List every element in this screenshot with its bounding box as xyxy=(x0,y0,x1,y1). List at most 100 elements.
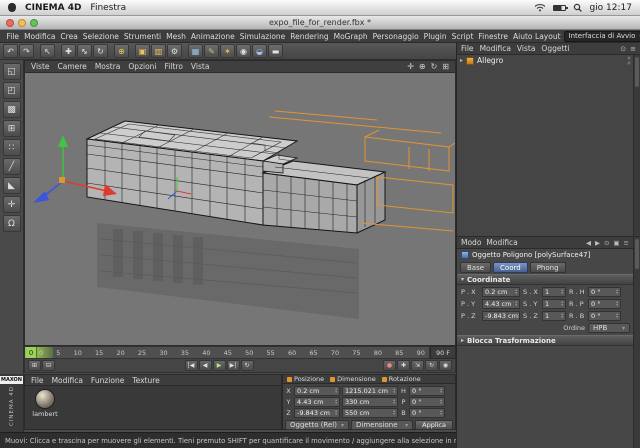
toggle-views-icon[interactable]: ⊞ xyxy=(442,62,449,71)
timeline-option-a-button[interactable]: ⊞ xyxy=(28,360,41,371)
polygons-mode-button[interactable]: ◣ xyxy=(3,177,21,194)
attr-px-field[interactable]: 0.2 cm xyxy=(482,287,520,297)
menu-mesh[interactable]: Mesh xyxy=(164,32,189,41)
macos-app-name[interactable]: CINEMA 4D xyxy=(25,3,81,13)
coordinate-system-button[interactable]: ⊕ xyxy=(114,44,129,58)
am-menu-modifica[interactable]: Modifica xyxy=(486,238,517,247)
menu-icon[interactable]: ≡ xyxy=(624,239,629,247)
menu-mograph[interactable]: MoGraph xyxy=(331,32,370,41)
vp-menu-mostra[interactable]: Mostra xyxy=(95,62,121,71)
size-x-field[interactable]: 1215.021 cm xyxy=(342,386,398,396)
goto-start-button[interactable]: |◀ xyxy=(185,360,198,371)
menu-finestre[interactable]: Finestre xyxy=(476,32,511,41)
position-y-field[interactable]: 4.43 cm xyxy=(294,397,340,407)
material-item[interactable]: lambert xyxy=(30,389,60,418)
add-spline-button[interactable]: ✎ xyxy=(204,44,219,58)
scale-tool-button[interactable]: ↔ xyxy=(77,44,92,58)
size-z-field[interactable]: 550 cm xyxy=(342,408,398,418)
add-sky-button[interactable]: ◒ xyxy=(252,44,267,58)
menu-crea[interactable]: Crea xyxy=(58,32,80,41)
timeline-option-b-button[interactable]: ⊟ xyxy=(42,360,55,371)
layout-dropdown[interactable]: Interfaccia di Avvio ▾ xyxy=(564,31,640,42)
mat-menu-file[interactable]: File xyxy=(31,376,44,385)
tab-phong[interactable]: Phong xyxy=(530,262,566,273)
add-light-button[interactable]: ✶ xyxy=(220,44,235,58)
texture-mode-button[interactable]: ▩ xyxy=(3,101,21,118)
menu-plugin[interactable]: Plugin xyxy=(421,32,449,41)
move-tool-button[interactable]: ✚ xyxy=(61,44,76,58)
attr-rh-field[interactable]: 0 ° xyxy=(588,287,621,297)
object-tree-item[interactable]: ▸ Allegro xyxy=(457,55,640,66)
pan-view-icon[interactable]: ✛ xyxy=(407,62,414,71)
menu-icon[interactable]: ≡ xyxy=(630,45,636,53)
next-key-button[interactable]: ▶| xyxy=(227,360,240,371)
menu-aiuto[interactable]: Aiuto xyxy=(511,32,536,41)
menu-animazione[interactable]: Animazione xyxy=(188,32,237,41)
object-mode-dropdown[interactable]: Oggetto (Rel)▾ xyxy=(285,420,349,430)
am-menu-modo[interactable]: Modo xyxy=(461,238,481,247)
lock-icon[interactable]: ▣ xyxy=(613,239,619,247)
timeline-ruler[interactable]: 0 0 5 10 15 20 25 30 35 40 45 50 55 60 6… xyxy=(24,346,456,359)
vp-menu-vista[interactable]: Vista xyxy=(191,62,210,71)
menu-modifica[interactable]: Modifica xyxy=(22,32,58,41)
record-position-button[interactable]: ✚ xyxy=(397,360,410,371)
loop-button[interactable]: ↻ xyxy=(241,360,254,371)
viewport-canvas[interactable] xyxy=(25,73,455,345)
history-forward-icon[interactable]: ▶ xyxy=(595,239,600,247)
play-button[interactable]: ▶ xyxy=(213,360,226,371)
mat-menu-modifica[interactable]: Modifica xyxy=(52,376,83,385)
apply-button[interactable]: Applica xyxy=(415,420,453,430)
render-region-button[interactable]: ▥ xyxy=(151,44,166,58)
viewport-perspective[interactable]: Viste Camere Mostra Opzioni Filtro Vista… xyxy=(24,60,456,346)
enable-axis-button[interactable]: ✛ xyxy=(3,196,21,213)
rotate-tool-button[interactable]: ↻ xyxy=(93,44,108,58)
add-camera-button[interactable]: ◉ xyxy=(236,44,251,58)
make-editable-button[interactable]: ◱ xyxy=(3,63,21,80)
redo-button[interactable]: ↷ xyxy=(19,44,34,58)
record-scale-button[interactable]: ⇲ xyxy=(411,360,424,371)
tab-coord[interactable]: Coord xyxy=(493,262,528,273)
search-icon[interactable]: ⊙ xyxy=(604,239,609,247)
window-titlebar[interactable]: expo_file_for_render.fbx * xyxy=(0,16,640,30)
rotation-h-field[interactable]: 0 ° xyxy=(409,386,445,396)
menu-file[interactable]: File xyxy=(4,32,22,41)
size-mode-dropdown[interactable]: Dimensione▾ xyxy=(351,420,413,430)
edges-mode-button[interactable]: ╱ xyxy=(3,158,21,175)
section-coordinate[interactable]: ▾ Coordinate xyxy=(457,274,640,285)
attr-rp-field[interactable]: 0 ° xyxy=(588,299,621,309)
attr-pz-field[interactable]: -9.843 cm xyxy=(482,311,520,321)
macos-menu-finestra[interactable]: Finestra xyxy=(90,3,126,13)
previous-key-button[interactable]: ◀ xyxy=(199,360,212,371)
vp-menu-camere[interactable]: Camere xyxy=(58,62,87,71)
om-menu-vista[interactable]: Vista xyxy=(517,44,536,53)
undo-button[interactable]: ↶ xyxy=(3,44,18,58)
apple-menu-icon[interactable] xyxy=(8,3,16,12)
attr-rb-field[interactable]: 0 ° xyxy=(588,311,621,321)
vp-menu-opzioni[interactable]: Opzioni xyxy=(128,62,156,71)
mat-menu-texture[interactable]: Texture xyxy=(132,376,159,385)
timeline-playhead[interactable]: 0 xyxy=(26,347,37,358)
battery-icon[interactable] xyxy=(553,5,566,11)
om-menu-modifica[interactable]: Modifica xyxy=(480,44,511,53)
record-rotation-button[interactable]: ↻ xyxy=(425,360,438,371)
render-view-button[interactable]: ▣ xyxy=(135,44,150,58)
om-menu-oggetti[interactable]: Oggetti xyxy=(541,44,569,53)
attr-sz-field[interactable]: 1 xyxy=(542,311,566,321)
rotation-p-field[interactable]: 0 ° xyxy=(409,397,445,407)
search-icon[interactable]: ⊙ xyxy=(620,45,626,53)
tab-posizione[interactable]: Posizione xyxy=(287,375,324,383)
section-blocca-trasformazione[interactable]: ▸ Blocca Trasformazione xyxy=(457,335,640,346)
attr-py-field[interactable]: 4.43 cm xyxy=(482,299,520,309)
wifi-icon[interactable] xyxy=(534,3,546,12)
add-floor-button[interactable]: ▬ xyxy=(268,44,283,58)
om-menu-file[interactable]: File xyxy=(461,44,474,53)
model-mode-button[interactable]: ◰ xyxy=(3,82,21,99)
snap-button[interactable]: Ω xyxy=(3,215,21,232)
am-scrollbar[interactable] xyxy=(633,237,640,448)
object-name[interactable]: Allegro xyxy=(477,56,503,65)
attr-sx-field[interactable]: 1 xyxy=(542,287,566,297)
position-z-field[interactable]: -9.843 cm xyxy=(294,408,340,418)
menu-personaggio[interactable]: Personaggio xyxy=(370,32,421,41)
om-scrollbar[interactable] xyxy=(633,55,640,236)
rotation-b-field[interactable]: 0 ° xyxy=(409,408,445,418)
